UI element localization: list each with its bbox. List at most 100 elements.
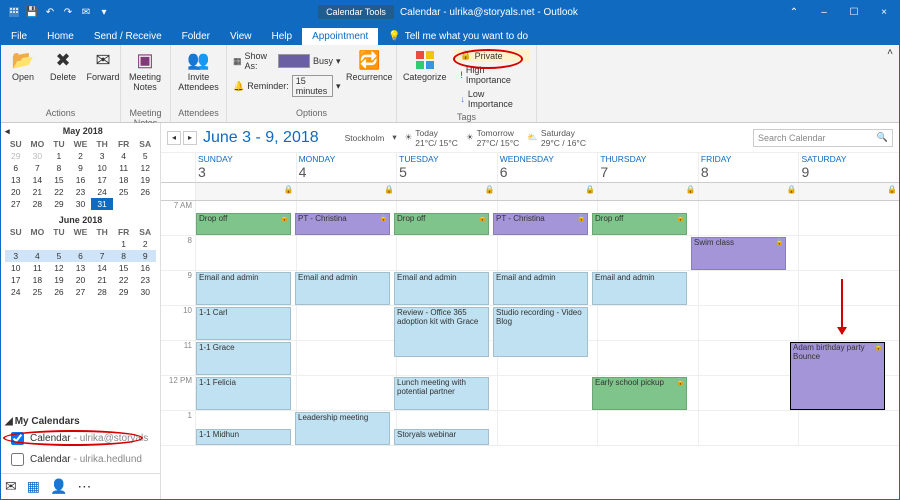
weather-bar: Stockholm▾ ☀Today21°C/ 15°C ☀Tomorrow27°… (345, 128, 586, 148)
event-grace[interactable]: 1-1 Grace (196, 342, 291, 375)
collapse-ribbon-icon[interactable]: ˄ (887, 47, 893, 58)
chevron-left-icon[interactable]: ◂ (5, 126, 10, 137)
delete-label: Delete (50, 73, 76, 83)
event-felicia[interactable]: 1-1 Felicia (196, 377, 291, 410)
mail-icon[interactable]: ✉ (5, 478, 17, 495)
event-email[interactable]: Email and admin (592, 272, 687, 305)
recurrence-button[interactable]: 🔁Recurrence (347, 47, 392, 85)
window-controls: ⌃ – ☐ × (779, 1, 899, 23)
lock-icon: 🔒 (284, 185, 294, 194)
chevron-down-icon[interactable]: ▾ (392, 132, 396, 143)
redo-icon[interactable]: ↷ (61, 5, 75, 19)
day-wed[interactable]: WEDNESDAY6 (497, 153, 598, 182)
showas-value[interactable] (278, 54, 310, 68)
sun-icon: ☀ (405, 132, 413, 143)
hour-9: 9 (161, 271, 195, 305)
private-button[interactable]: 🔒Private (454, 49, 530, 62)
tab-help[interactable]: Help (262, 28, 303, 45)
event-birthday[interactable]: Adam birthday party Bounce🔒 (790, 342, 885, 410)
day-mon[interactable]: MONDAY4 (296, 153, 397, 182)
allday-sat[interactable]: 🔒 (798, 183, 899, 200)
day-sun[interactable]: SUNDAY3 (195, 153, 296, 182)
tab-home[interactable]: Home (37, 28, 84, 45)
invite-attendees-button[interactable]: 👥Invite Attendees (175, 47, 222, 95)
meeting-notes-button[interactable]: ▣Meeting Notes (125, 47, 165, 95)
send-receive-icon[interactable]: ✉ (79, 5, 93, 19)
chevron-down-icon[interactable]: ▾ (336, 81, 341, 92)
open-button[interactable]: 📂Open (5, 47, 41, 85)
calendar-icon[interactable]: ▦ (27, 478, 40, 495)
hour-7: 7 AM (161, 201, 195, 235)
event-midhun[interactable]: 1-1 Midhun (196, 429, 291, 445)
low-importance-button[interactable]: ↓Low Importance (454, 88, 530, 110)
qat-caret-icon[interactable]: ▾ (97, 5, 111, 19)
calendar-item-1[interactable]: Calendar- ulrika@storyals (5, 429, 156, 448)
event-review[interactable]: Review - Office 365 adoption kit with Gr… (394, 307, 489, 357)
day-tue[interactable]: TUESDAY5 (396, 153, 497, 182)
allday-wed[interactable]: 🔒 (497, 183, 598, 200)
forward-button[interactable]: ✉Forward (85, 47, 121, 85)
allday-tue[interactable]: 🔒 (396, 183, 497, 200)
allday-fri[interactable]: 🔒 (698, 183, 799, 200)
event-pt[interactable]: PT - Christina🔒 (295, 213, 390, 235)
event-drop-off[interactable]: Drop off🔒 (196, 213, 291, 235)
calendar-checkbox-2[interactable] (11, 453, 24, 466)
evt-label: Email and admin (298, 273, 358, 282)
undo-icon[interactable]: ↶ (43, 5, 57, 19)
event-carl[interactable]: 1-1 Carl (196, 307, 291, 340)
tab-appointment[interactable]: Appointment (302, 28, 378, 45)
day-thu[interactable]: THURSDAY7 (597, 153, 698, 182)
delete-button[interactable]: ✖Delete (45, 47, 81, 85)
prev-week-button[interactable]: ◂ (167, 131, 181, 145)
hour-11: 11 (161, 341, 195, 375)
high-importance-button[interactable]: !High Importance (454, 64, 530, 86)
maximize-button[interactable]: ☐ (839, 1, 869, 23)
people-icon[interactable]: 👤 (50, 478, 67, 495)
ribbon-options-icon[interactable]: ⌃ (779, 1, 809, 23)
daynum: 4 (299, 164, 395, 180)
my-calendars-header[interactable]: ◢My Calendars (5, 416, 156, 427)
allday-sun[interactable]: 🔒 (195, 183, 296, 200)
mini-calendar-june[interactable]: June 2018 SUMOTUWETHFRSA1234567891011121… (1, 212, 160, 300)
event-email[interactable]: Email and admin (394, 272, 489, 305)
event-webinar[interactable]: Storyals webinar (394, 429, 489, 445)
allday-thu[interactable]: 🔒 (597, 183, 698, 200)
day-fri[interactable]: FRIDAY8 (698, 153, 799, 182)
calendar-checkbox-1[interactable] (11, 432, 24, 445)
event-pt[interactable]: PT - Christina🔒 (493, 213, 588, 235)
day-sat[interactable]: SATURDAY9 (798, 153, 899, 182)
event-drop-off[interactable]: Drop off🔒 (394, 213, 489, 235)
weather-city[interactable]: Stockholm (345, 133, 385, 143)
next-week-button[interactable]: ▸ (183, 131, 197, 145)
categorize-button[interactable]: Categorize (401, 47, 448, 85)
dayname: TUESDAY (399, 154, 495, 164)
tab-file[interactable]: File (1, 28, 37, 45)
close-button[interactable]: × (869, 1, 899, 23)
cal-item-2-label: Calendar (30, 454, 71, 465)
event-email[interactable]: Email and admin (295, 272, 390, 305)
more-icon[interactable]: ⋯ (77, 478, 91, 495)
reminder-value[interactable]: 15 minutes (292, 75, 333, 97)
tell-me-search[interactable]: 💡 Tell me what you want to do (378, 28, 538, 45)
allday-mon[interactable]: 🔒 (296, 183, 397, 200)
event-email[interactable]: Email and admin (493, 272, 588, 305)
grid-icon[interactable] (7, 5, 21, 19)
event-studio[interactable]: Studio recording - Video Blog (493, 307, 588, 357)
dayname: SATURDAY (801, 154, 897, 164)
mini-calendar-may[interactable]: ◂May 2018 SUMOTUWETHFRSA2930123456789101… (1, 123, 160, 212)
tab-folder[interactable]: Folder (172, 28, 220, 45)
event-swim[interactable]: Swim class🔒 (691, 237, 786, 270)
event-drop-off[interactable]: Drop off🔒 (592, 213, 687, 235)
minimize-button[interactable]: – (809, 1, 839, 23)
event-email[interactable]: Email and admin (196, 272, 291, 305)
event-lunch[interactable]: Lunch meeting with potential partner (394, 377, 489, 410)
event-pickup[interactable]: Early school pickup🔒 (592, 377, 687, 410)
save-icon[interactable]: 💾 (25, 5, 39, 19)
tab-send-receive[interactable]: Send / Receive (84, 28, 172, 45)
tab-view[interactable]: View (220, 28, 262, 45)
calendar-item-2[interactable]: Calendar- ulrika.hedlund (5, 450, 156, 469)
search-calendar-input[interactable]: Search Calendar🔍 (753, 129, 893, 147)
chevron-down-icon[interactable]: ▾ (336, 56, 341, 67)
group-tags-label: Tags (401, 112, 532, 122)
event-leadership[interactable]: Leadership meeting (295, 412, 390, 445)
